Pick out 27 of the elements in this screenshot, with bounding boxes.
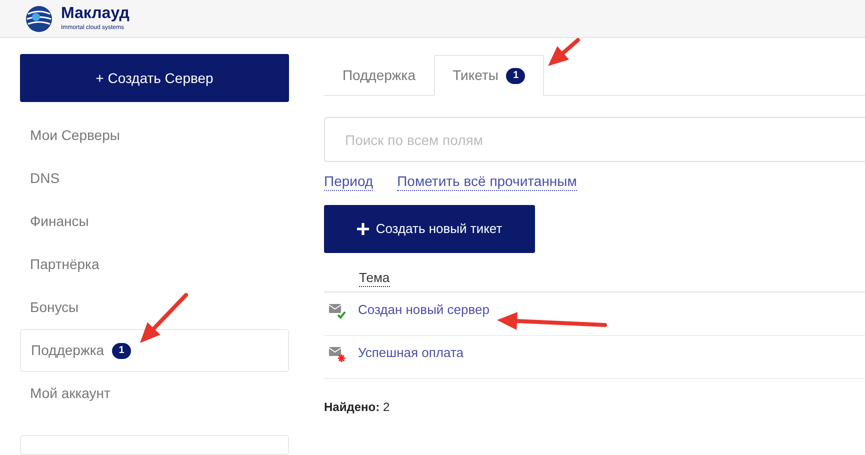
search-field[interactable]: Поиск по всем полям: [324, 117, 865, 162]
sidebar-item[interactable]: Мой аккаунт: [20, 372, 289, 415]
filter-link[interactable]: Пометить всё прочитанным: [397, 173, 577, 191]
count-badge: 1: [112, 342, 132, 358]
tab[interactable]: Поддержка: [324, 55, 434, 95]
ticket-link[interactable]: Создан новый сервер: [358, 302, 490, 318]
sidebar-item[interactable]: Мои Серверы: [20, 114, 289, 157]
ticket-link[interactable]: Успешная оплата: [358, 345, 464, 361]
plus-icon: [356, 223, 369, 235]
found-count: 2: [382, 400, 390, 414]
create-server-button[interactable]: + Создать Сервер: [20, 54, 289, 102]
sidebar-item[interactable]: DNS: [20, 157, 289, 200]
create-ticket-button[interactable]: Создать новый тикет: [324, 205, 535, 253]
tab[interactable]: Тикеты 1: [434, 55, 544, 96]
globe-logo-icon: [25, 4, 53, 32]
count-badge: 1: [506, 68, 526, 84]
filter-link[interactable]: Период: [324, 173, 374, 191]
sidebar-item[interactable]: Бонусы: [20, 286, 289, 329]
brand-name: Маклауд: [61, 6, 130, 22]
found-label: Найдено:: [324, 400, 380, 414]
mail-asterisk-icon: [328, 345, 348, 363]
mail-check-icon: [328, 302, 348, 320]
sidebar-item[interactable]: Партнёрка: [20, 243, 289, 286]
annotation-arrow: [140, 293, 188, 343]
sidebar-item[interactable]: Финансы: [20, 200, 289, 243]
column-header[interactable]: Тема: [359, 270, 390, 287]
annotation-arrow: [548, 38, 580, 66]
